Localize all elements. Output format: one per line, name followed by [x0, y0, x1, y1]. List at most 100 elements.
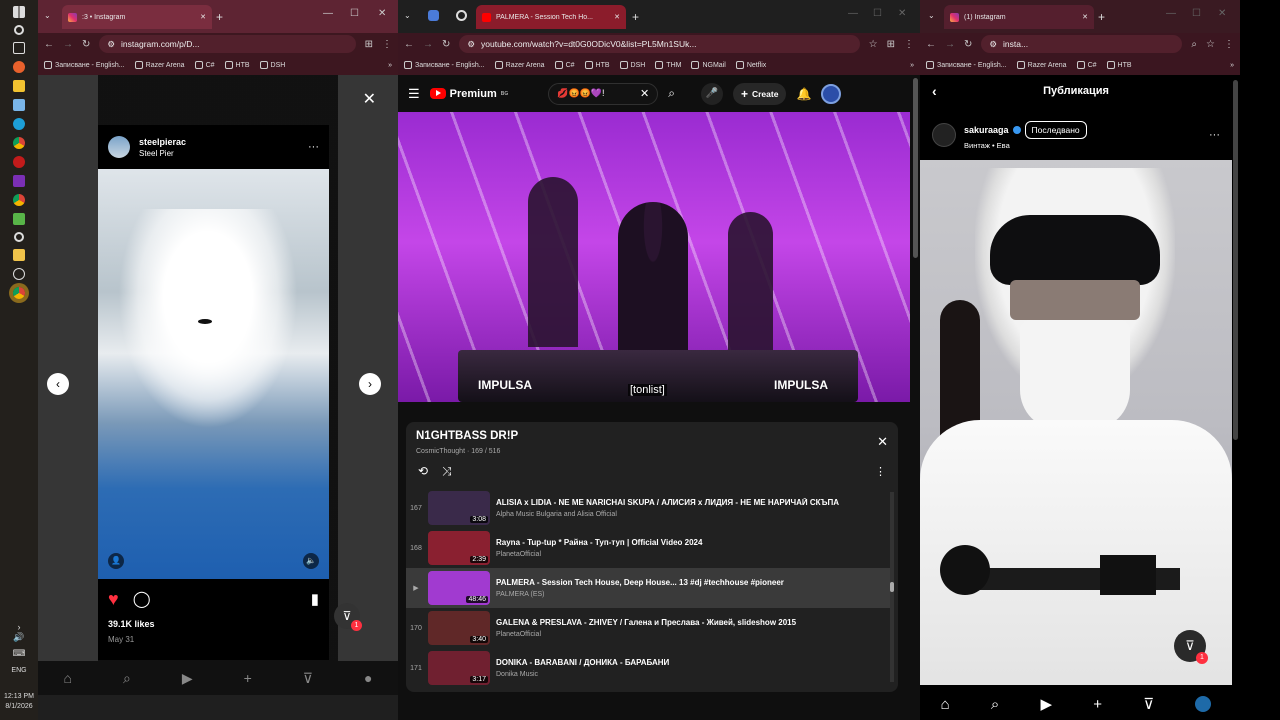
zoom-icon[interactable]: ⌕	[1191, 39, 1197, 50]
video-thumbnail[interactable]: 3:17	[428, 651, 490, 685]
more-options-icon[interactable]: ···	[308, 141, 319, 153]
minimize-icon[interactable]: —	[848, 8, 858, 19]
playlist-item[interactable]: ▶ 48:46 PALMERA - Session Tech House, Deep…	[406, 568, 890, 608]
app-icon[interactable]	[13, 249, 25, 261]
video-thumbnail[interactable]: 2:39	[428, 531, 490, 565]
clear-search-icon[interactable]: ✕	[640, 87, 649, 100]
bookmark-star-icon[interactable]: ☆	[1206, 39, 1215, 50]
clock-icon[interactable]	[13, 268, 25, 280]
loop-icon[interactable]: ⟲	[418, 464, 428, 478]
tab-search-icon[interactable]: ⌄	[928, 11, 935, 20]
prev-button[interactable]: ‹	[47, 373, 69, 395]
maximize-icon[interactable]: ☐	[350, 8, 359, 19]
close-icon[interactable]: ✕	[363, 89, 376, 109]
site-info-icon[interactable]: ⚙	[467, 39, 475, 50]
playlist-item[interactable]: 167 3:08 ALISIA x LIDIA - NE ME NARICHAI S…	[406, 488, 890, 528]
bookmark-icon[interactable]: ▮	[311, 590, 319, 608]
onenote-icon[interactable]	[13, 175, 25, 187]
search-icon[interactable]: ⌕	[668, 86, 675, 101]
opera-icon[interactable]	[13, 156, 25, 168]
bookmark-item[interactable]: DSH	[259, 61, 285, 69]
avatar[interactable]	[108, 136, 130, 158]
close-window-icon[interactable]: ✕	[1218, 8, 1226, 19]
playlist-scrollbar[interactable]	[890, 492, 894, 682]
chrome-icon[interactable]	[13, 137, 25, 149]
create-icon[interactable]: +	[1093, 696, 1102, 713]
address-bar[interactable]: ⚙ youtube.com/watch?v=dt0G0ODicV0&list=P…	[459, 35, 860, 53]
bookmark-item[interactable]: C#	[194, 61, 215, 69]
comment-icon[interactable]: ◯	[133, 589, 151, 609]
home-icon[interactable]: ⌂	[64, 670, 72, 686]
hamburger-menu-icon[interactable]: ☰	[408, 86, 420, 102]
photos-icon[interactable]	[13, 99, 25, 111]
direct-icon[interactable]: ⊽	[303, 670, 313, 687]
more-bookmarks-icon[interactable]: »	[388, 62, 392, 69]
settings-icon[interactable]	[14, 232, 24, 242]
follow-button[interactable]: Последвано	[1024, 120, 1087, 139]
bookmark-item[interactable]: C#	[1076, 61, 1097, 69]
extensions-icon[interactable]: ⊞	[365, 39, 373, 50]
post-subtitle[interactable]: Винтаж • Ева	[964, 141, 1087, 150]
minimize-icon[interactable]: —	[323, 8, 333, 19]
account-avatar[interactable]	[821, 83, 842, 104]
reload-icon[interactable]: ↻	[442, 39, 450, 50]
youtube-logo[interactable]: Premium BG	[429, 88, 508, 100]
video-player[interactable]: IMPULSA IMPULSA [tonlist]	[398, 112, 910, 402]
playlist-item[interactable]: 171 3:17 DONIKA - BARABANI / ДОНИКА - БАРА…	[406, 648, 890, 688]
tab-instagram[interactable]: (1) Instagram ✕	[944, 5, 1094, 29]
forward-icon[interactable]: →	[423, 39, 433, 50]
tagged-user-icon[interactable]: 👤	[108, 553, 124, 569]
post-username[interactable]: sakuraaga	[964, 125, 1009, 135]
bookmark-item[interactable]: HTB	[224, 61, 250, 69]
page-scrollbar[interactable]	[913, 78, 918, 258]
forward-icon[interactable]: →	[945, 39, 955, 50]
likes-count[interactable]: 39.1K likes	[98, 619, 329, 629]
video-thumbnail[interactable]: 3:40	[428, 611, 490, 645]
search-icon[interactable]: ⌕	[991, 696, 999, 713]
post-username[interactable]: steelpierac	[139, 137, 186, 147]
keyboard-icon[interactable]: ⌨	[0, 648, 38, 658]
bookmark-item[interactable]: Netflix	[735, 61, 766, 69]
reels-icon[interactable]: ▶	[182, 670, 193, 687]
bookmark-star-icon[interactable]: ☆	[869, 39, 878, 50]
minimize-icon[interactable]: —	[1166, 8, 1176, 19]
volume-icon[interactable]: 🔊	[0, 632, 38, 642]
chrome-active-icon[interactable]	[13, 287, 25, 299]
reload-icon[interactable]: ↻	[82, 39, 90, 50]
site-info-icon[interactable]: ⚙	[989, 39, 997, 50]
site-info-icon[interactable]: ⚙	[107, 39, 115, 50]
page-scrollbar[interactable]	[1233, 80, 1238, 440]
app-icon[interactable]	[13, 213, 25, 225]
video-thumbnail[interactable]: 48:46	[428, 571, 490, 605]
search-icon[interactable]	[14, 25, 24, 35]
task-view-icon[interactable]	[13, 42, 25, 54]
playlist-item[interactable]: 168 2:39 Rayna - Tup-tup * Райна - Туп-туп…	[406, 528, 890, 568]
new-tab-icon[interactable]: +	[216, 10, 223, 24]
close-icon[interactable]: ✕	[1082, 13, 1088, 21]
bookmark-item[interactable]: Записване - English...	[926, 61, 1007, 69]
start-icon[interactable]	[13, 6, 25, 18]
bookmark-item[interactable]: Razer Arena	[134, 61, 185, 69]
menu-icon[interactable]: ⋮	[1224, 39, 1234, 50]
search-input[interactable]: 💋😡😡💜! ✕	[548, 82, 659, 105]
next-button[interactable]: ›	[359, 373, 381, 395]
menu-icon[interactable]: ⋮	[382, 39, 392, 50]
sound-icon[interactable]: 🔈	[303, 553, 319, 569]
tab-youtube[interactable]: PALMERA - Session Tech Ho... ✕	[476, 5, 626, 29]
post-media[interactable]: ⊽ 1	[920, 160, 1232, 685]
close-icon[interactable]: ✕	[614, 13, 620, 21]
extensions-icon[interactable]: ⊞	[887, 39, 895, 50]
forward-icon[interactable]: →	[63, 39, 73, 50]
bookmark-item[interactable]: NGMail	[691, 61, 726, 69]
post-media[interactable]: 👤 🔈	[98, 169, 329, 579]
avatar[interactable]	[932, 123, 956, 147]
address-bar[interactable]: ⚙ instagram.com/p/D...	[99, 35, 356, 53]
back-icon[interactable]: ←	[44, 39, 54, 50]
search-icon[interactable]: ⌕	[123, 670, 131, 687]
microphone-icon[interactable]: 🎤	[700, 82, 723, 105]
bookmark-item[interactable]: Razer Arena	[1016, 61, 1067, 69]
close-window-icon[interactable]: ✕	[898, 8, 906, 19]
back-arrow-icon[interactable]: ‹	[932, 83, 937, 99]
home-icon[interactable]: ⌂	[941, 696, 950, 713]
profile-icon[interactable]: ●	[364, 670, 372, 686]
